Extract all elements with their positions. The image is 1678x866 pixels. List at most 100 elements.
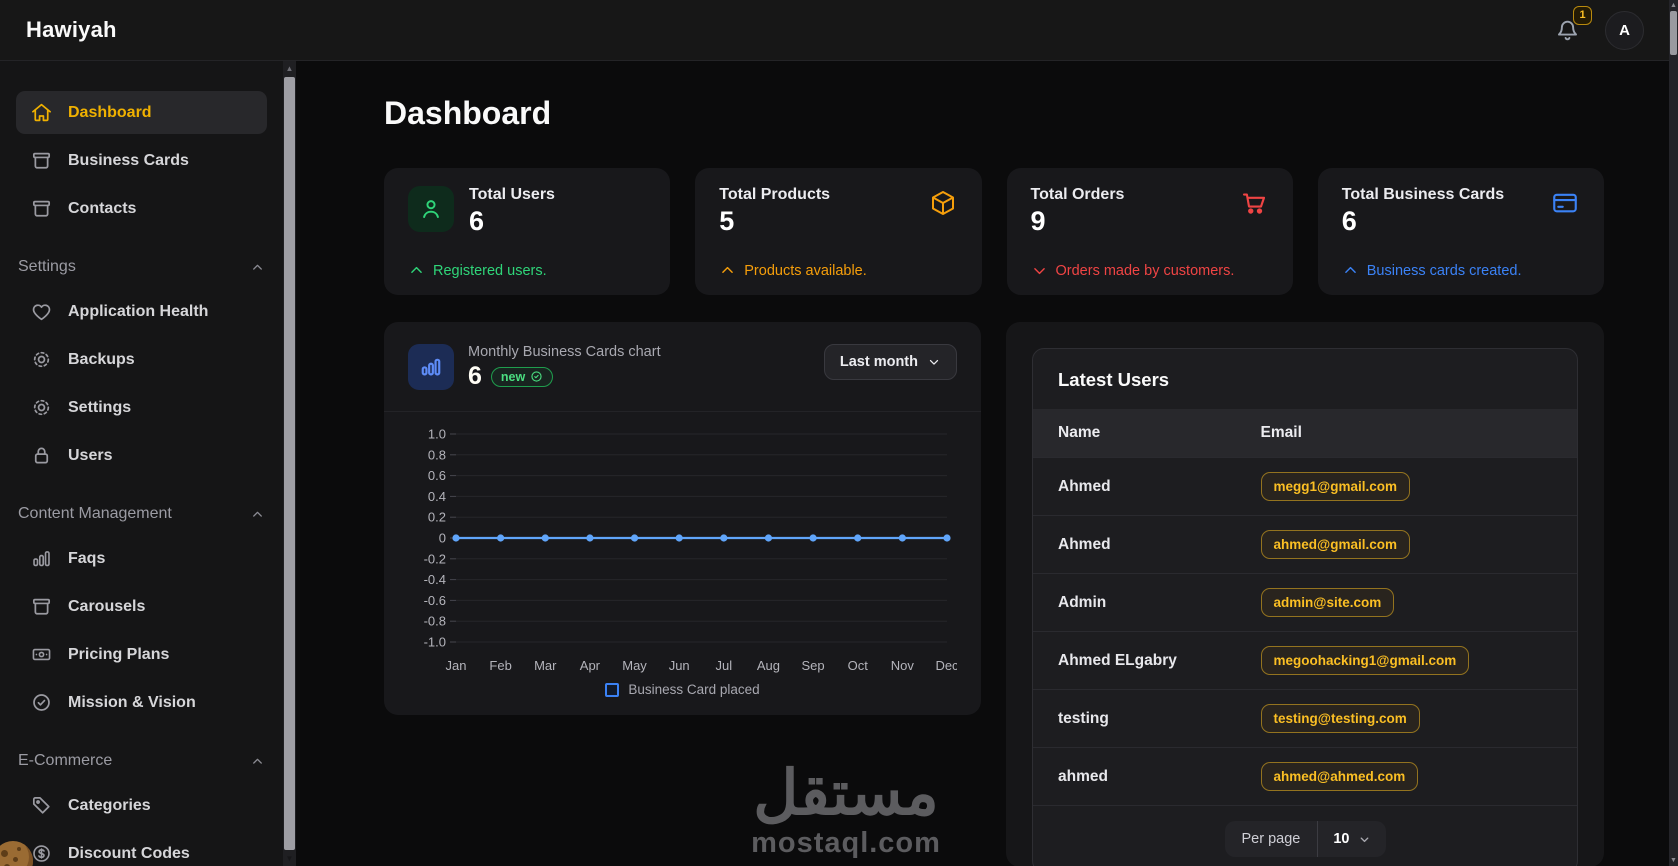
sidebar-item-label: Application Health (68, 302, 209, 320)
sidebar-item-discount-codes[interactable]: Discount Codes (16, 832, 267, 866)
sidebar-item-mission-vision[interactable]: Mission & Vision (16, 681, 267, 724)
check-circle-icon (530, 370, 543, 383)
sidebar-item-contacts[interactable]: Contacts (16, 187, 267, 230)
svg-text:Sep: Sep (802, 658, 825, 673)
per-page-select[interactable]: Per page 10 (1224, 821, 1386, 857)
scroll-down-arrow-icon[interactable]: ▼ (283, 851, 296, 866)
gear-icon (30, 348, 53, 371)
stat-title: Total Business Cards (1341, 186, 1505, 203)
chevron-up-icon (250, 507, 265, 522)
sidebar-item-business-cards[interactable]: Business Cards (16, 139, 267, 182)
user-name: Ahmed (1058, 477, 1111, 495)
heart-icon (30, 300, 53, 323)
svg-text:-1.0: -1.0 (424, 635, 446, 650)
sidebar: Dashboard Business Cards Contacts Settin… (0, 61, 283, 866)
gear-icon (30, 396, 53, 419)
scroll-up-arrow-icon[interactable]: ▲ (1669, 2, 1678, 9)
sidebar-item-application-health[interactable]: Application Health (16, 290, 267, 333)
sidebar-item-pricing-plans[interactable]: Pricing Plans (16, 633, 267, 676)
stat-note: Orders made by customers. (1031, 262, 1269, 279)
notifications-button[interactable]: 1 (1554, 5, 1592, 44)
shopping-cart-icon (1239, 188, 1269, 218)
main-content: Dashboard Total Users 6 Registered users… (296, 61, 1678, 866)
stat-value: 5 (719, 206, 735, 236)
sidebar-section-settings[interactable]: Settings (16, 258, 267, 276)
stat-note: Business cards created. (1342, 262, 1580, 279)
table-row: testing testing@testing.com (1033, 689, 1577, 747)
table-footer: Per page 10 (1033, 805, 1577, 866)
sidebar-item-label: Carousels (68, 597, 146, 615)
sidebar-item-users[interactable]: Users (16, 434, 267, 477)
email-badge[interactable]: ahmed@ahmed.com (1260, 762, 1419, 791)
sidebar-scrollbar-thumb[interactable] (284, 77, 295, 850)
chart-legend[interactable]: Business Card placed (408, 682, 957, 697)
window-scrollbar-thumb[interactable] (1670, 11, 1677, 55)
email-badge[interactable]: megg1@gmail.com (1260, 472, 1410, 501)
email-badge[interactable]: megoohacking1@gmail.com (1260, 646, 1470, 675)
credit-card-icon (1550, 188, 1580, 218)
line-chart-svg: 1.0 0.8 0.6 0.4 0.2 0 -0.2 -0.4 -0.6 -0.8 -1.0Jan F… (424, 427, 957, 674)
sidebar-section-ecommerce[interactable]: E-Commerce (16, 752, 267, 770)
scroll-down-arrow-icon[interactable]: ▼ (1669, 857, 1678, 864)
brand-logo: Hawiyah (26, 17, 117, 42)
latest-users-title: Latest Users (1058, 369, 1170, 390)
svg-text:0.4: 0.4 (428, 489, 446, 504)
tag-icon (30, 794, 53, 817)
section-title: E-Commerce (18, 752, 113, 769)
chart-icon (408, 344, 454, 390)
sidebar-scrollbar[interactable]: ▲ ▼ (283, 61, 296, 866)
badge-check-icon (30, 691, 53, 714)
svg-text:Apr: Apr (580, 658, 601, 673)
svg-text:0.6: 0.6 (428, 468, 446, 483)
sidebar-item-categories[interactable]: Categories (16, 784, 267, 827)
stat-value: 9 (1030, 206, 1046, 236)
svg-text:Dec: Dec (935, 658, 957, 673)
table-row: Ahmed ELgabry megoohacking1@gmail.com (1033, 631, 1577, 689)
window-scrollbar[interactable]: ▲ ▼ (1669, 0, 1678, 866)
sidebar-item-settings[interactable]: Settings (16, 386, 267, 429)
svg-text:-0.6: -0.6 (424, 593, 446, 608)
svg-text:Oct: Oct (848, 658, 869, 673)
svg-text:0.8: 0.8 (428, 447, 446, 462)
svg-text:0: 0 (439, 531, 446, 546)
sidebar-item-label: Business Cards (68, 151, 189, 169)
table-row: Ahmed ahmed@gmail.com (1033, 515, 1577, 573)
legend-label: Business Card placed (628, 682, 760, 697)
notification-count-badge: 1 (1573, 5, 1592, 25)
svg-text:-0.4: -0.4 (424, 572, 446, 587)
chevron-down-icon (927, 355, 941, 369)
stat-note: Products available. (719, 262, 957, 279)
sidebar-item-carousels[interactable]: Carousels (16, 585, 267, 628)
svg-text:Jun: Jun (669, 658, 690, 673)
per-page-label: Per page (1241, 831, 1301, 847)
user-avatar[interactable]: A (1605, 10, 1644, 50)
email-badge[interactable]: testing@testing.com (1260, 704, 1420, 733)
user-name: Admin (1058, 593, 1107, 611)
section-title: Content Management (18, 505, 172, 522)
user-name: testing (1058, 709, 1109, 727)
sidebar-item-label: Pricing Plans (68, 645, 170, 663)
legend-checkbox-icon[interactable] (605, 682, 620, 697)
stat-value: 6 (469, 206, 485, 236)
trend-chevron-icon (408, 262, 425, 279)
archive-box-icon (30, 149, 53, 172)
sidebar-item-label: Mission & Vision (68, 693, 196, 711)
sidebar-item-backups[interactable]: Backups (16, 338, 267, 381)
stat-card-total-products: Total Products 5 Products available. (695, 168, 982, 295)
column-header-email: Email (1260, 424, 1302, 441)
user-name: Ahmed ELgabry (1058, 651, 1177, 669)
bar-chart-icon (30, 547, 53, 570)
sidebar-item-dashboard[interactable]: Dashboard (16, 91, 267, 134)
stat-card-total-users: Total Users 6 Registered users. (384, 168, 671, 295)
sidebar-item-faqs[interactable]: Faqs (16, 537, 267, 580)
email-badge[interactable]: admin@site.com (1260, 588, 1395, 617)
section-title: Settings (18, 258, 76, 275)
stat-card-total-business-cards: Total Business Cards 6 Business cards cr… (1317, 168, 1604, 295)
divider (384, 411, 981, 412)
email-badge[interactable]: ahmed@gmail.com (1260, 530, 1410, 559)
svg-text:Jan: Jan (446, 658, 467, 673)
top-bar: Hawiyah 1 A (0, 0, 1678, 61)
range-select[interactable]: Last month (823, 344, 957, 380)
sidebar-section-content-management[interactable]: Content Management (16, 505, 267, 523)
scroll-up-arrow-icon[interactable]: ▲ (283, 61, 296, 76)
